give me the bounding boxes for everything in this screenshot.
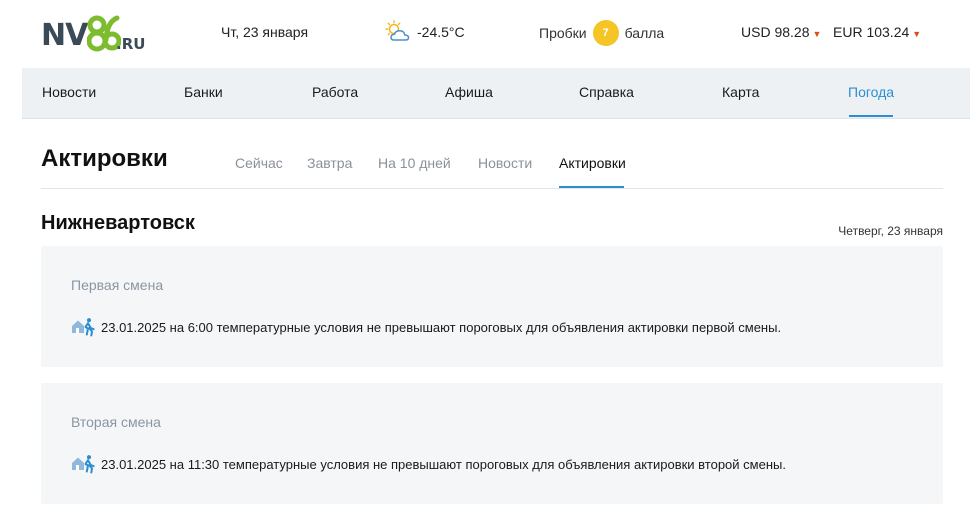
nav-item-banks[interactable]: Банки <box>184 84 223 100</box>
nav-active-indicator <box>849 115 893 117</box>
tab-news[interactable]: Новости <box>478 155 532 171</box>
header-weather[interactable]: -24.5°C <box>385 20 465 44</box>
page-title: Актировки <box>41 145 168 172</box>
header-date: Чт, 23 января <box>221 24 309 40</box>
nav-item-reference[interactable]: Справка <box>579 84 634 100</box>
chevron-down-icon: ▼ <box>812 28 822 39</box>
nav-item-weather[interactable]: Погода <box>848 84 894 100</box>
shift-status-text: 23.01.2025 на 11:30 температурные услови… <box>101 456 786 472</box>
nav-item-map[interactable]: Карта <box>722 84 759 100</box>
shift-title: Вторая смена <box>71 414 161 430</box>
currency-usd[interactable]: USD 98.28 ▼ <box>741 24 821 40</box>
site-logo[interactable]: NV .RU <box>41 14 146 56</box>
main-nav: Новости Банки Работа Афиша Справка Карта… <box>22 68 970 119</box>
shift-title: Первая смена <box>71 277 164 293</box>
tab-now[interactable]: Сейчас <box>235 155 283 171</box>
shift-status-row: 23.01.2025 на 11:30 температурные услови… <box>71 454 786 474</box>
chevron-down-icon: ▼ <box>912 28 922 39</box>
partly-cloudy-icon <box>385 20 410 41</box>
logo-nv-text: NV <box>41 18 88 53</box>
current-date: Четверг, 23 января <box>838 224 943 238</box>
header-traffic[interactable]: Пробки 7 балла <box>539 20 664 46</box>
shift-card-first: Первая смена 23.01.2025 на 6:00 температ… <box>41 246 943 367</box>
header-temperature: -24.5°C <box>417 24 465 40</box>
usd-rate: USD 98.28 <box>741 24 810 40</box>
tab-aktirovki[interactable]: Актировки <box>559 155 626 171</box>
city-name: Нижневартовск <box>41 212 195 234</box>
nav-item-jobs[interactable]: Работа <box>312 84 358 100</box>
nav-item-news[interactable]: Новости <box>42 84 96 100</box>
tab-active-indicator <box>559 186 624 188</box>
tab-10-days[interactable]: На 10 дней <box>378 155 451 171</box>
site-header: NV .RU Чт, 23 января -24.5°C Пробки 7 ба… <box>0 0 970 68</box>
traffic-unit: балла <box>624 25 665 41</box>
shift-card-second: Вторая смена 23.01.2025 на 11:30 темпера… <box>41 383 943 504</box>
tab-tomorrow[interactable]: Завтра <box>307 155 352 171</box>
shift-status-text: 23.01.2025 на 6:00 температурные условия… <box>101 319 782 335</box>
logo-ru-text: .RU <box>116 35 146 53</box>
traffic-label: Пробки <box>539 25 587 41</box>
tabs-divider <box>41 188 943 189</box>
traffic-score-badge: 7 <box>592 20 619 46</box>
school-walking-icon <box>72 318 95 337</box>
nav-item-afisha[interactable]: Афиша <box>445 84 493 100</box>
shift-status-row: 23.01.2025 на 6:00 температурные условия… <box>71 317 781 337</box>
currency-eur[interactable]: EUR 103.24 ▼ <box>833 24 921 40</box>
eur-rate: EUR 103.24 <box>833 24 910 40</box>
school-walking-icon <box>72 455 95 474</box>
